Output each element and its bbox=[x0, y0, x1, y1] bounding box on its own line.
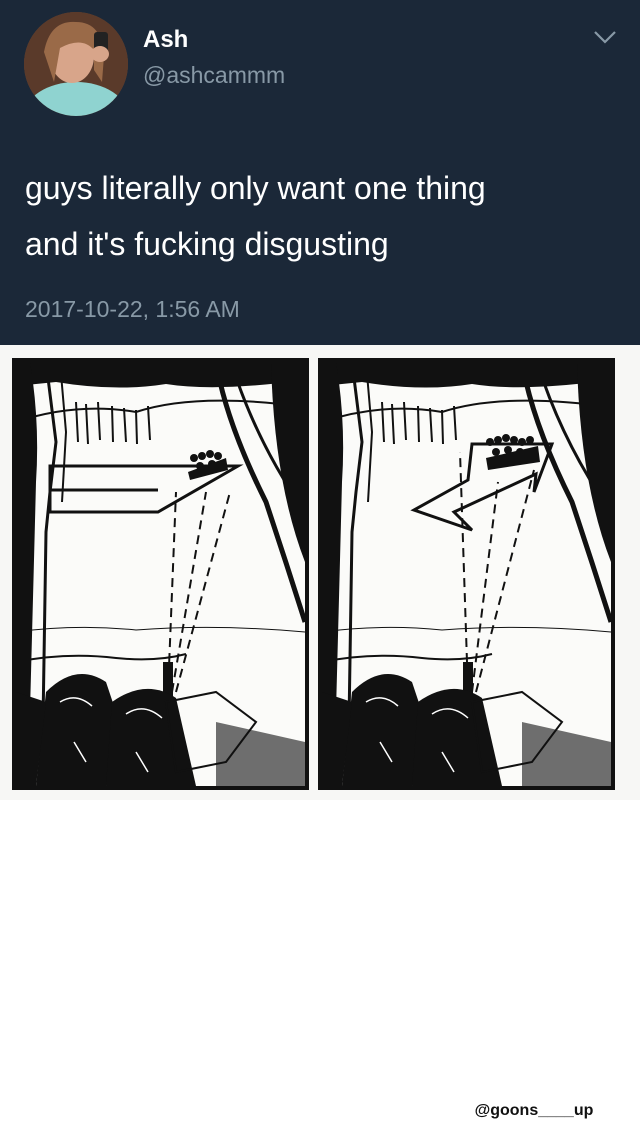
comic-image: @goons____up bbox=[0, 345, 640, 1125]
tweet-timestamp[interactable]: 2017-10-22, 1:56 AM bbox=[25, 296, 240, 323]
avatar-photo bbox=[24, 12, 128, 116]
tweet-text-line: and it's fucking disgusting bbox=[25, 226, 389, 262]
comic-panel-left bbox=[12, 358, 309, 790]
comic-drawing-left bbox=[16, 362, 305, 786]
tweet-text-line: guys literally only want one thing bbox=[25, 170, 486, 206]
tweet-text: guys literally only want one thing and i… bbox=[25, 160, 625, 272]
user-handle[interactable]: @ashcammm bbox=[143, 62, 285, 89]
comic-drawing-right bbox=[322, 362, 611, 786]
tweet-card: Ash @ashcammm guys literally only want o… bbox=[0, 0, 640, 345]
avatar[interactable] bbox=[24, 12, 128, 116]
display-name[interactable]: Ash bbox=[143, 26, 188, 54]
chevron-down-icon[interactable] bbox=[592, 28, 618, 46]
watermark-label: @goons____up bbox=[454, 1097, 614, 1125]
comic-panel-right bbox=[318, 358, 615, 790]
